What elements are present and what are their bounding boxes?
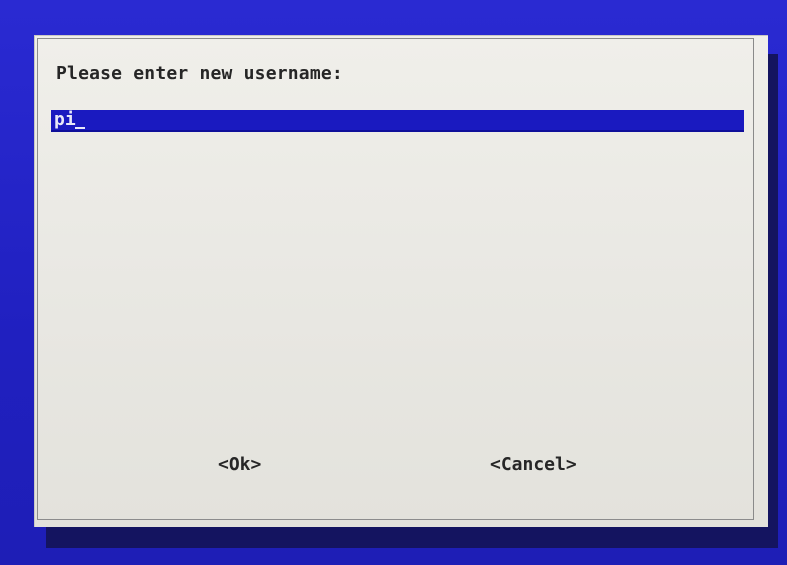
text-cursor (75, 127, 85, 129)
ok-button[interactable]: <Ok> (218, 454, 261, 475)
username-dialog: Please enter new username: pi <Ok> <Canc… (34, 35, 768, 527)
username-input[interactable]: pi (51, 109, 744, 132)
username-input-value: pi (54, 109, 76, 130)
dialog-prompt: Please enter new username: (56, 63, 343, 84)
cancel-button[interactable]: <Cancel> (490, 454, 577, 475)
